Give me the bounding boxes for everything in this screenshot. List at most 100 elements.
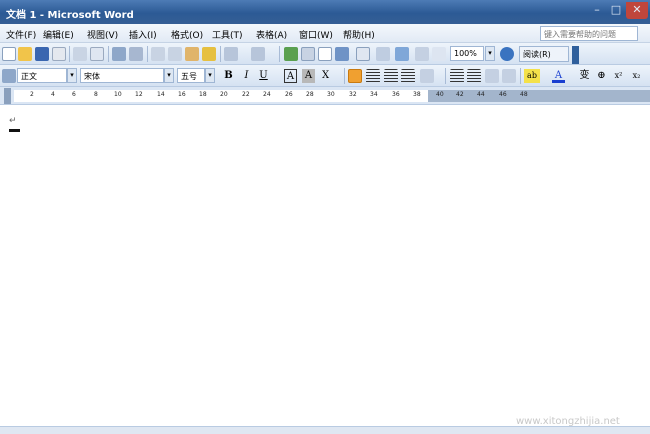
size-dropdown-icon[interactable]: ▾ [205,68,215,83]
align-left-icon[interactable] [348,69,362,83]
font-select[interactable]: 宋体 [80,68,164,83]
style-select[interactable]: 正文 [17,68,67,83]
ruler-number: 14 [157,91,165,98]
menu-insert[interactable]: 插入(I) [129,28,157,41]
numbering-icon[interactable] [450,69,464,83]
toolbar-separator [279,46,280,62]
read-mode-button[interactable]: 阅读(R) [519,46,569,62]
decrease-indent-icon[interactable] [485,69,499,83]
menu-edit[interactable]: 编辑(E) [43,28,74,41]
indent-marker-icon[interactable] [4,88,11,104]
bullets-icon[interactable] [467,69,481,83]
spelling-icon[interactable] [112,47,126,61]
format-painter-icon[interactable] [202,47,216,61]
font-dropdown-icon[interactable]: ▾ [164,68,174,83]
insert-excel-icon[interactable] [335,47,349,61]
toolbar-separator [445,68,446,84]
ruler-number: 26 [285,91,293,98]
ruler-number: 48 [520,91,528,98]
font-size-select[interactable]: 五号 [177,68,205,83]
highlight-button[interactable]: ab [524,69,540,83]
font-color-button[interactable]: A [552,69,565,83]
undo-icon[interactable] [224,47,238,61]
maximize-button[interactable]: □ [607,2,625,19]
save-icon[interactable] [35,47,49,61]
ruler-number: 36 [392,91,400,98]
line-spacing-icon[interactable] [420,69,434,83]
columns-icon[interactable] [356,47,370,61]
document-page[interactable]: ↵ [0,106,650,426]
minimize-button[interactable]: – [588,2,606,19]
research-icon[interactable] [129,47,143,61]
horizontal-ruler[interactable]: 2 4 6 8 10 12 14 16 18 20 22 24 26 28 30… [0,87,650,105]
copy-icon[interactable] [168,47,182,61]
increase-indent-icon[interactable] [502,69,516,83]
styles-pane-icon[interactable] [2,69,16,83]
hyperlink-icon[interactable] [284,47,298,61]
open-folder-icon[interactable] [18,47,32,61]
print-icon[interactable] [73,47,87,61]
underline-button[interactable]: U [257,69,270,83]
zoom-field[interactable]: 100% [450,46,484,61]
menu-help[interactable]: 帮助(H) [343,28,375,41]
menu-bar: 文件(F) 编辑(E) 视图(V) 插入(I) 格式(O) 工具(T) 表格(A… [0,24,650,43]
help-search-input[interactable]: 键入需要帮助的问题 [540,26,638,41]
paste-icon[interactable] [185,47,199,61]
ruler-number: 24 [263,91,271,98]
cut-icon[interactable] [151,47,165,61]
ruler-number: 4 [51,91,55,98]
enclose-characters-button[interactable]: ⊕ [595,69,608,83]
ruler-number: 40 [436,91,444,98]
status-bar [0,426,650,434]
bold-button[interactable]: B [222,69,235,83]
menu-format[interactable]: 格式(O) [171,28,203,41]
phonetic-guide-button[interactable]: 变 [578,69,591,83]
italic-button[interactable]: I [240,69,253,83]
drawing-icon[interactable] [376,47,390,61]
help-icon[interactable] [500,47,514,61]
menu-window[interactable]: 窗口(W) [299,28,333,41]
superscript-button[interactable]: x² [612,69,625,83]
align-center-icon[interactable] [366,69,380,83]
zoom-dropdown-icon[interactable]: ▾ [485,46,495,61]
close-button[interactable]: ✕ [626,2,648,19]
tables-borders-icon[interactable] [301,47,315,61]
text-cursor [9,129,20,132]
character-shading-button[interactable]: A [302,69,315,83]
align-right-icon[interactable] [384,69,398,83]
watermark: www.xitongzhijia.net [516,416,620,427]
ruler-number: 28 [306,91,314,98]
toolbar-separator [344,68,345,84]
paragraph-mark: ↵ [9,116,17,126]
ruler-number: 2 [30,91,34,98]
ruler-number: 8 [94,91,98,98]
ruler-number: 22 [242,91,250,98]
menu-file[interactable]: 文件(F) [6,28,36,41]
ruler-number: 12 [135,91,143,98]
title-bar: 文档 1 - Microsoft Word – □ ✕ [0,0,650,24]
ruler-number: 46 [499,91,507,98]
character-scale-button[interactable]: X [319,69,332,83]
ruler-number: 20 [220,91,228,98]
ruler-number: 6 [72,91,76,98]
ruler-number: 44 [477,91,485,98]
permission-icon[interactable] [52,47,66,61]
redo-icon[interactable] [251,47,265,61]
insert-table-icon[interactable] [318,47,332,61]
ruler-number: 30 [327,91,335,98]
menu-view[interactable]: 视图(V) [87,28,118,41]
ruler-number: 38 [413,91,421,98]
print-preview-icon[interactable] [90,47,104,61]
menu-table[interactable]: 表格(A) [256,28,287,41]
toolbar-separator [108,46,109,62]
new-document-icon[interactable] [2,47,16,61]
show-hide-icon[interactable] [415,47,429,61]
character-border-button[interactable]: A [284,69,297,83]
toolbar-options-icon[interactable] [572,46,579,64]
document-map-icon[interactable] [395,47,409,61]
formatting-marks-icon[interactable] [432,47,446,61]
justify-icon[interactable] [401,69,415,83]
style-dropdown-icon[interactable]: ▾ [67,68,77,83]
menu-tools[interactable]: 工具(T) [212,28,243,41]
subscript-button[interactable]: x₂ [630,69,643,83]
